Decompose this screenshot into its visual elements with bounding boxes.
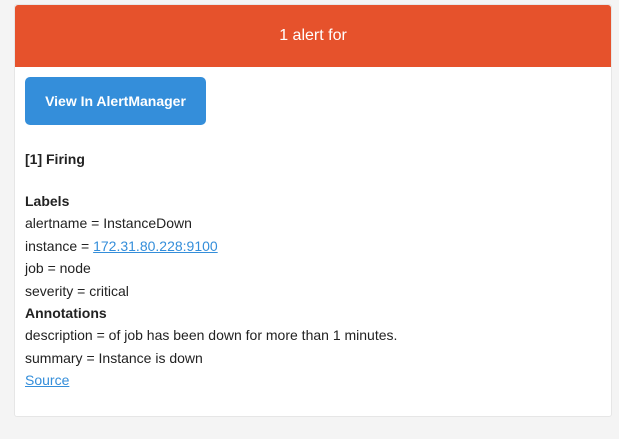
alert-email-card: 1 alert for View In AlertManager [1] Fir… [14,4,612,417]
label-alertname-key: alertname = [25,215,104,231]
label-alertname-value: InstanceDown [103,215,192,231]
alert-header-title: 1 alert for [279,27,347,44]
label-alertname: alertname = InstanceDown [25,212,601,235]
source-link[interactable]: Source [25,372,69,388]
alert-content: View In AlertManager [1] Firing Labels a… [15,67,611,392]
annotation-description: description = of job has been down for m… [25,324,601,347]
view-in-alertmanager-button[interactable]: View In AlertManager [25,77,206,125]
source-row: Source [25,369,601,392]
label-job-value: node [59,260,91,276]
label-severity: severity = critical [25,280,601,303]
label-severity-value: critical [89,282,129,299]
annotation-summary-value: Instance is down [98,349,203,366]
annotation-summary-key: summary = [25,349,99,366]
annotation-description-key: description = [25,327,109,343]
annotation-summary: summary = Instance is down [25,347,601,370]
annotations-heading: Annotations [25,305,107,321]
labels-heading: Labels [25,193,70,209]
annotation-description-value: of job has been down for more than 1 min… [108,327,398,343]
label-job-key: job = [25,260,60,276]
label-severity-key: severity = [25,282,90,299]
label-instance-key: instance = [25,237,94,254]
firing-status: [1] Firing [25,151,85,167]
alert-header: 1 alert for [15,5,611,67]
label-job: job = node [25,257,601,280]
label-instance: instance = 172.31.80.228:9100 [25,235,601,258]
instance-link[interactable]: 172.31.80.228:9100 [93,238,218,254]
